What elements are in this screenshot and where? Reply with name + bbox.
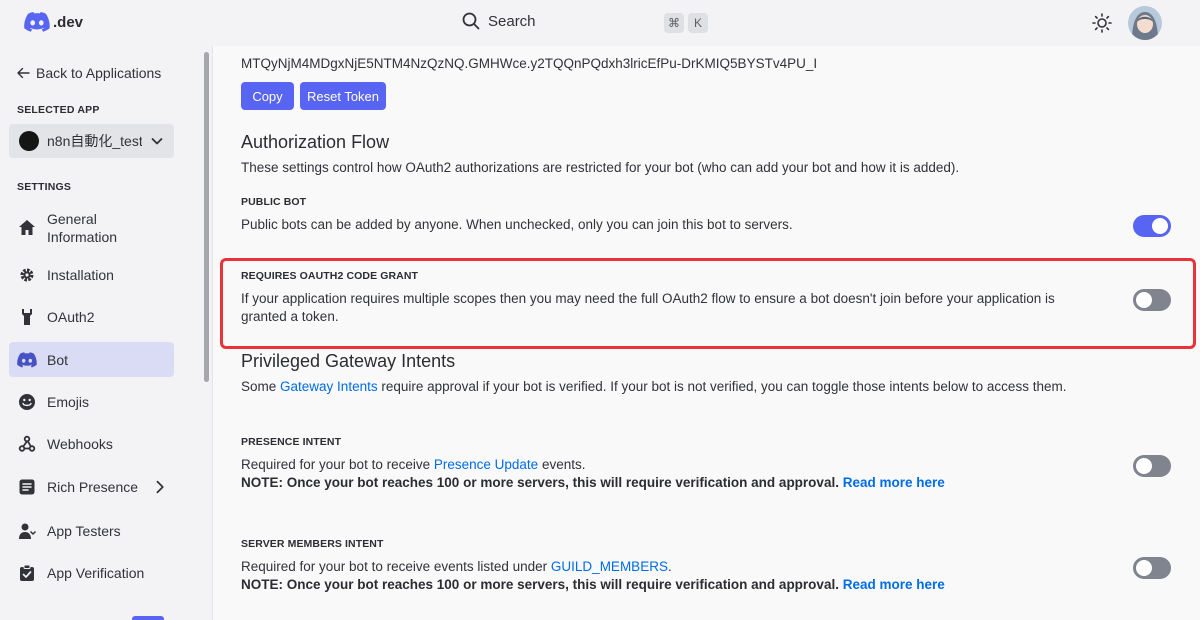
- guild-members-link[interactable]: GUILD_MEMBERS: [551, 559, 668, 574]
- bot-settings-panel: MTQyNjM4MDgxNjE5NTM4NzQzNQ.GMHWce.y2TQQn…: [212, 46, 1200, 620]
- discord-dev-logo[interactable]: .dev: [24, 12, 83, 32]
- public-bot-toggle[interactable]: [1133, 215, 1171, 237]
- server-members-intent-heading: SERVER MEMBERS INTENT: [241, 538, 384, 550]
- presence-intent-description: Required for your bot to receive Presenc…: [241, 456, 945, 492]
- intents-desc-prefix: Some: [241, 379, 281, 394]
- privileged-intents-description: Some Gateway Intents require approval if…: [241, 378, 1066, 396]
- authorization-flow-description: These settings control how OAuth2 author…: [241, 160, 960, 175]
- sidebar: Back to Applications SELECTED APP n8n自動化…: [0, 46, 212, 620]
- webhook-icon: [17, 434, 37, 454]
- public-bot-heading: PUBLIC BOT: [241, 196, 307, 208]
- server-members-intent-description: Required for your bot to receive events …: [241, 558, 945, 594]
- sidebar-item-label: App Verification: [47, 565, 145, 581]
- members-read-more-link[interactable]: Read more here: [843, 577, 945, 592]
- presence-intent-note: NOTE: Once your bot reaches 100 or more …: [241, 474, 945, 492]
- selected-app-name: n8n自動化_test: [47, 133, 142, 149]
- search-icon: [462, 12, 480, 30]
- code-grant-heading: REQUIRES OAUTH2 CODE GRANT: [241, 270, 419, 282]
- presence-read-more-link[interactable]: Read more here: [843, 475, 945, 490]
- sidebar-item-label: Webhooks: [47, 436, 113, 452]
- presence-desc-prefix: Required for your bot to receive: [241, 457, 434, 472]
- command-key: ⌘: [664, 13, 684, 33]
- bot-icon: [17, 350, 37, 370]
- public-bot-description: Public bots can be added by anyone. When…: [241, 217, 793, 232]
- copy-token-button[interactable]: Copy: [241, 82, 294, 110]
- sidebar-item-webhooks[interactable]: Webhooks: [9, 430, 174, 458]
- search-shortcut: ⌘ K: [664, 13, 708, 33]
- search-label: Search: [488, 12, 536, 30]
- k-key: K: [688, 13, 708, 33]
- toggle-knob: [1136, 560, 1152, 576]
- sidebar-item-emojis[interactable]: Emojis: [9, 388, 174, 416]
- rich-presence-icon: [17, 477, 37, 497]
- code-grant-description-line1: If your application requires multiple sc…: [241, 291, 1055, 306]
- intents-desc-suffix: require approval if your bot is verified…: [377, 379, 1067, 394]
- members-desc-suffix: .: [667, 559, 672, 574]
- sidebar-item-oauth2[interactable]: OAuth2: [9, 303, 174, 331]
- discord-logo-icon: [24, 12, 50, 32]
- emoji-icon: [17, 392, 37, 412]
- settings-heading: SETTINGS: [17, 181, 72, 193]
- sidebar-item-bot[interactable]: Bot: [9, 342, 174, 377]
- theme-toggle-sun-icon[interactable]: [1092, 13, 1112, 38]
- chevron-right-icon: [156, 480, 164, 494]
- presence-intent-text: Required for your bot to receive Presenc…: [241, 456, 945, 474]
- sidebar-bottom-indicator: [132, 616, 164, 620]
- back-to-applications-link[interactable]: Back to Applications: [16, 65, 161, 81]
- sidebar-item-installation[interactable]: Installation: [9, 261, 174, 289]
- back-label: Back to Applications: [36, 65, 162, 81]
- user-avatar[interactable]: [1128, 6, 1162, 40]
- sidebar-item-label: Rich Presence: [47, 479, 139, 495]
- sidebar-item-label: General Information: [47, 211, 118, 245]
- gear-icon: [17, 265, 37, 285]
- presence-intent-toggle[interactable]: [1133, 455, 1171, 477]
- toggle-knob: [1152, 218, 1168, 234]
- sidebar-item-app-verification[interactable]: App Verification: [9, 559, 174, 587]
- chevron-down-icon: [151, 138, 163, 145]
- gateway-intents-link[interactable]: Gateway Intents: [280, 379, 378, 394]
- sidebar-item-label: Emojis: [47, 394, 90, 410]
- members-desc-prefix: Required for your bot to receive events …: [241, 559, 551, 574]
- selected-app-heading: SELECTED APP: [17, 104, 100, 116]
- sidebar-item-label: OAuth2: [47, 309, 95, 325]
- members-note-text: NOTE: Once your bot reaches 100 or more …: [241, 577, 839, 592]
- user-icon: [17, 521, 37, 541]
- sidebar-item-label: Installation: [47, 267, 114, 283]
- sidebar-scrollbar[interactable]: [204, 52, 209, 382]
- toggle-knob: [1136, 458, 1152, 474]
- toggle-knob: [1136, 292, 1152, 308]
- wrench-icon: [17, 307, 37, 327]
- app-selector-dropdown[interactable]: n8n自動化_test: [9, 124, 174, 158]
- code-grant-description: If your application requires multiple sc…: [241, 290, 1055, 326]
- clipboard-check-icon: [17, 563, 37, 583]
- search-button[interactable]: Search: [462, 12, 536, 30]
- presence-intent-heading: PRESENCE INTENT: [241, 436, 342, 448]
- authorization-flow-title: Authorization Flow: [241, 132, 390, 152]
- app-icon: [19, 131, 39, 151]
- privileged-intents-title: Privileged Gateway Intents: [241, 351, 456, 371]
- sidebar-item-label: App Testers: [47, 523, 121, 539]
- sidebar-item-label: Bot: [47, 351, 69, 368]
- members-intent-text: Required for your bot to receive events …: [241, 558, 945, 576]
- sidebar-item-rich-presence[interactable]: Rich Presence: [9, 473, 174, 501]
- code-grant-description-line2: granted a token.: [241, 309, 339, 324]
- logo-text: .dev: [53, 13, 84, 31]
- presence-desc-suffix: events.: [538, 457, 586, 472]
- bot-token: MTQyNjM4MDgxNjE5NTM4NzQzNQ.GMHWce.y2TQQn…: [241, 56, 818, 71]
- members-intent-note: NOTE: Once your bot reaches 100 or more …: [241, 576, 945, 594]
- top-bar: .dev Search ⌘ K: [0, 0, 1200, 46]
- home-icon: [17, 218, 37, 238]
- presence-update-link[interactable]: Presence Update: [434, 457, 538, 472]
- arrow-left-icon: [17, 67, 30, 79]
- sidebar-item-general-information[interactable]: General Information: [9, 206, 174, 250]
- reset-token-button[interactable]: Reset Token: [300, 82, 386, 110]
- code-grant-toggle[interactable]: [1133, 289, 1171, 311]
- presence-note-text: NOTE: Once your bot reaches 100 or more …: [241, 475, 839, 490]
- server-members-intent-toggle[interactable]: [1133, 557, 1171, 579]
- sidebar-item-app-testers[interactable]: App Testers: [9, 517, 174, 545]
